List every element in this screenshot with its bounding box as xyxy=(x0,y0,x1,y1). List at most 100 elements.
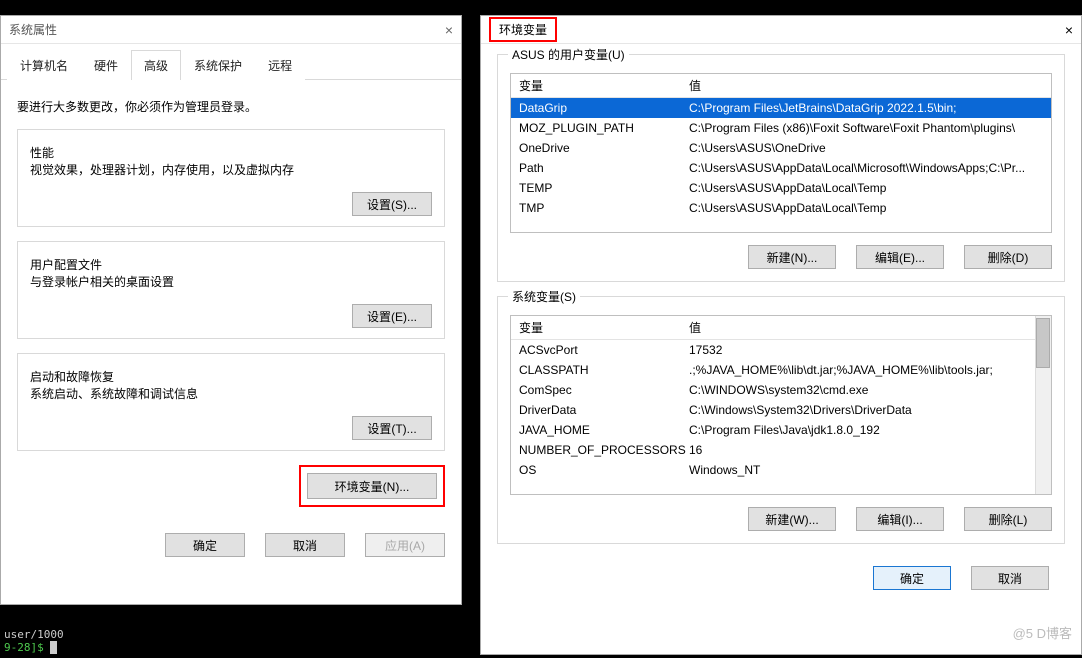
ok-button[interactable]: 确定 xyxy=(165,533,245,557)
table-row[interactable]: JAVA_HOMEC:\Program Files\Java\jdk1.8.0_… xyxy=(511,420,1051,440)
terminal-prompt: 9-28]$ xyxy=(4,641,44,654)
col-value: 值 xyxy=(689,319,1043,336)
startup-recovery-group: 启动和故障恢复 系统启动、系统故障和调试信息 设置(T)... xyxy=(17,353,445,451)
user-delete-button[interactable]: 删除(D) xyxy=(964,245,1052,269)
user-new-button[interactable]: 新建(N)... xyxy=(748,245,836,269)
environment-variables-dialog: 环境变量 × ASUS 的用户变量(U) 变量 值 DataGripC:\Pro… xyxy=(480,15,1082,655)
table-row[interactable]: MOZ_PLUGIN_PATHC:\Program Files (x86)\Fo… xyxy=(511,118,1051,138)
environment-variables-button[interactable]: 环境变量(N)... xyxy=(307,473,437,499)
table-header: 变量 值 xyxy=(511,316,1051,340)
cell-val: C:\WINDOWS\system32\cmd.exe xyxy=(689,383,1043,397)
startup-desc: 系统启动、系统故障和调试信息 xyxy=(30,385,432,402)
cell-val: 16 xyxy=(689,443,1043,457)
cell-val: C:\Program Files\Java\jdk1.8.0_192 xyxy=(689,423,1043,437)
terminal-background: user/1000 9-28]$ _ xyxy=(0,624,480,658)
env-ok-button[interactable]: 确定 xyxy=(873,566,951,590)
col-variable: 变量 xyxy=(519,77,689,94)
cell-var: Path xyxy=(519,161,689,175)
cell-val: C:\Program Files (x86)\Foxit Software\Fo… xyxy=(689,121,1043,135)
cell-val: .;%JAVA_HOME%\lib\dt.jar;%JAVA_HOME%\lib… xyxy=(689,363,1043,377)
system-vars-section: 系统变量(S) 变量 值 ACSvcPort17532CLASSPATH.;%J… xyxy=(497,296,1065,544)
table-row[interactable]: ACSvcPort17532 xyxy=(511,340,1051,360)
performance-legend: 性能 xyxy=(30,144,432,161)
table-row[interactable]: CLASSPATH.;%JAVA_HOME%\lib\dt.jar;%JAVA_… xyxy=(511,360,1051,380)
table-row[interactable]: TEMPC:\Users\ASUS\AppData\Local\Temp xyxy=(511,178,1051,198)
env-dialog-actions: 确定 取消 xyxy=(497,558,1065,590)
table-row[interactable]: DriverDataC:\Windows\System32\Drivers\Dr… xyxy=(511,400,1051,420)
tab-硬件[interactable]: 硬件 xyxy=(81,50,131,80)
user-edit-button[interactable]: 编辑(E)... xyxy=(856,245,944,269)
cell-var: CLASSPATH xyxy=(519,363,689,377)
cell-var: JAVA_HOME xyxy=(519,423,689,437)
cell-val: C:\Users\ASUS\AppData\Local\Temp xyxy=(689,181,1043,195)
table-row[interactable]: DataGripC:\Program Files\JetBrains\DataG… xyxy=(511,98,1051,118)
close-icon[interactable]: × xyxy=(1065,22,1073,38)
system-vars-legend: 系统变量(S) xyxy=(508,288,580,305)
tab-远程[interactable]: 远程 xyxy=(255,50,305,80)
scrollbar-thumb[interactable] xyxy=(1036,318,1050,368)
user-profile-desc: 与登录帐户相关的桌面设置 xyxy=(30,273,432,290)
cell-val: C:\Windows\System32\Drivers\DriverData xyxy=(689,403,1043,417)
system-vars-table[interactable]: 变量 值 ACSvcPort17532CLASSPATH.;%JAVA_HOME… xyxy=(510,315,1052,495)
cell-val: Windows_NT xyxy=(689,463,1043,477)
tab-系统保护[interactable]: 系统保护 xyxy=(181,50,255,80)
cell-val: 17532 xyxy=(689,343,1043,357)
performance-settings-button[interactable]: 设置(S)... xyxy=(352,192,432,216)
table-row[interactable]: TMPC:\Users\ASUS\AppData\Local\Temp xyxy=(511,198,1051,218)
table-header: 变量 值 xyxy=(511,74,1051,98)
system-properties-actions: 确定 取消 应用(A) xyxy=(1,521,461,569)
terminal-line: user/1000 xyxy=(4,628,476,641)
tabs: 计算机名硬件高级系统保护远程 xyxy=(1,44,461,80)
cancel-button[interactable]: 取消 xyxy=(265,533,345,557)
table-row[interactable]: NUMBER_OF_PROCESSORS16 xyxy=(511,440,1051,460)
user-vars-table[interactable]: 变量 值 DataGripC:\Program Files\JetBrains\… xyxy=(510,73,1052,233)
performance-desc: 视觉效果，处理器计划，内存使用，以及虚拟内存 xyxy=(30,161,432,178)
env-button-highlight: 环境变量(N)... xyxy=(299,465,445,507)
table-row[interactable]: OSWindows_NT xyxy=(511,460,1051,480)
cell-var: TEMP xyxy=(519,181,689,195)
cell-var: OneDrive xyxy=(519,141,689,155)
cell-var: DataGrip xyxy=(519,101,689,115)
cell-val: C:\Users\ASUS\OneDrive xyxy=(689,141,1043,155)
tab-计算机名[interactable]: 计算机名 xyxy=(7,50,81,80)
sys-edit-button[interactable]: 编辑(I)... xyxy=(856,507,944,531)
admin-notice: 要进行大多数更改，你必须作为管理员登录。 xyxy=(17,98,445,115)
user-profile-settings-button[interactable]: 设置(E)... xyxy=(352,304,432,328)
col-value: 值 xyxy=(689,77,1043,94)
close-icon[interactable]: × xyxy=(445,22,453,38)
cell-var: DriverData xyxy=(519,403,689,417)
user-vars-legend: ASUS 的用户变量(U) xyxy=(508,46,629,63)
user-profile-legend: 用户配置文件 xyxy=(30,256,432,273)
cell-val: C:\Users\ASUS\AppData\Local\Temp xyxy=(689,201,1043,215)
cell-var: TMP xyxy=(519,201,689,215)
table-row[interactable]: ComSpecC:\WINDOWS\system32\cmd.exe xyxy=(511,380,1051,400)
scrollbar[interactable] xyxy=(1035,316,1051,494)
cell-var: ComSpec xyxy=(519,383,689,397)
cell-var: MOZ_PLUGIN_PATH xyxy=(519,121,689,135)
cell-val: C:\Users\ASUS\AppData\Local\Microsoft\Wi… xyxy=(689,161,1043,175)
performance-group: 性能 视觉效果，处理器计划，内存使用，以及虚拟内存 设置(S)... xyxy=(17,129,445,227)
table-row[interactable]: PathC:\Users\ASUS\AppData\Local\Microsof… xyxy=(511,158,1051,178)
env-titlebar: 环境变量 × xyxy=(481,16,1081,44)
sys-new-button[interactable]: 新建(W)... xyxy=(748,507,836,531)
cell-var: ACSvcPort xyxy=(519,343,689,357)
cell-val: C:\Program Files\JetBrains\DataGrip 2022… xyxy=(689,101,1043,115)
env-title: 环境变量 xyxy=(499,23,547,37)
system-properties-title: 系统属性 xyxy=(9,21,57,38)
user-vars-section: ASUS 的用户变量(U) 变量 值 DataGripC:\Program Fi… xyxy=(497,54,1065,282)
env-cancel-button[interactable]: 取消 xyxy=(971,566,1049,590)
startup-legend: 启动和故障恢复 xyxy=(30,368,432,385)
cell-var: NUMBER_OF_PROCESSORS xyxy=(519,443,689,457)
col-variable: 变量 xyxy=(519,319,689,336)
sys-delete-button[interactable]: 删除(L) xyxy=(964,507,1052,531)
cell-var: OS xyxy=(519,463,689,477)
startup-settings-button[interactable]: 设置(T)... xyxy=(352,416,432,440)
system-properties-body: 要进行大多数更改，你必须作为管理员登录。 性能 视觉效果，处理器计划，内存使用，… xyxy=(1,80,461,521)
env-title-highlight: 环境变量 xyxy=(489,17,557,42)
user-profile-group: 用户配置文件 与登录帐户相关的桌面设置 设置(E)... xyxy=(17,241,445,339)
table-row[interactable]: OneDriveC:\Users\ASUS\OneDrive xyxy=(511,138,1051,158)
system-properties-titlebar: 系统属性 × xyxy=(1,16,461,44)
apply-button: 应用(A) xyxy=(365,533,445,557)
system-properties-dialog: 系统属性 × 计算机名硬件高级系统保护远程 要进行大多数更改，你必须作为管理员登… xyxy=(0,15,462,605)
tab-高级[interactable]: 高级 xyxy=(131,50,181,80)
